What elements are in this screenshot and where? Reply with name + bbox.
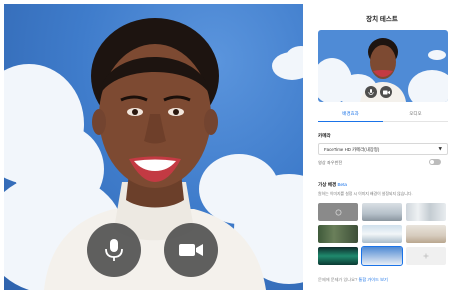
bg-option-add[interactable] bbox=[406, 247, 446, 265]
bg-option-hall[interactable] bbox=[406, 203, 446, 221]
tab-background-effects[interactable]: 배경효과 bbox=[318, 111, 383, 117]
camera-select[interactable]: FaceTime HD 카메라(내장형) ▼ bbox=[318, 143, 448, 155]
virtual-bg-description: 원하는 이미지를 설정 시 이미지 배경이 설정되지 않습니다. bbox=[318, 191, 413, 196]
footer-text: 문제에 문제가 있나요? bbox=[318, 277, 358, 282]
camera-select-value: FaceTime HD 카메라(내장형) bbox=[324, 147, 380, 152]
bg-option-glass-room[interactable] bbox=[362, 225, 402, 243]
video-camera-icon bbox=[179, 244, 203, 256]
beta-badge: Beta bbox=[337, 182, 347, 187]
participant-portrait bbox=[44, 18, 266, 290]
bg-option-aurora[interactable] bbox=[318, 247, 358, 265]
bg-option-library[interactable] bbox=[318, 225, 358, 243]
virtual-bg-heading: 가상 배경 Beta bbox=[318, 182, 347, 188]
microphone-icon bbox=[105, 239, 123, 261]
background-preview bbox=[318, 30, 448, 102]
plus-icon bbox=[423, 253, 429, 259]
panel-title: 장치 테스트 bbox=[366, 16, 398, 23]
device-test-panel: 장치 테스트 배경효과 오디오 카메라 FaceTime HD 카메라(내장형)… bbox=[310, 4, 454, 290]
help-footer: 문제에 문제가 있나요? 통합 가이드 보기 bbox=[318, 277, 388, 283]
mirror-toggle[interactable] bbox=[429, 159, 441, 165]
camera-button[interactable] bbox=[164, 223, 218, 277]
microphone-icon bbox=[368, 88, 374, 95]
toggle-knob bbox=[430, 160, 434, 164]
tab-audio[interactable]: 오디오 bbox=[383, 111, 448, 117]
bg-option-none[interactable] bbox=[318, 203, 358, 221]
video-preview bbox=[4, 4, 303, 290]
guide-link[interactable]: 통합 가이드 보기 bbox=[359, 277, 388, 282]
preview-mic-button[interactable] bbox=[365, 86, 377, 98]
active-tab-indicator bbox=[318, 120, 383, 122]
virtual-bg-label: 가상 배경 bbox=[318, 182, 337, 187]
preview-camera-button[interactable] bbox=[380, 86, 392, 98]
blur-off-icon bbox=[335, 209, 341, 215]
bg-option-office[interactable] bbox=[362, 203, 402, 221]
settings-tabs: 배경효과 오디오 bbox=[318, 108, 448, 122]
microphone-button[interactable] bbox=[87, 223, 141, 277]
bg-option-living-room[interactable] bbox=[406, 225, 446, 243]
bg-option-sky-clouds[interactable] bbox=[361, 246, 403, 266]
chevron-down-icon: ▼ bbox=[438, 147, 442, 152]
camera-label: 카메라 bbox=[318, 133, 331, 138]
video-camera-icon bbox=[382, 90, 390, 94]
mirror-label: 영상 좌우반전 bbox=[318, 160, 343, 165]
